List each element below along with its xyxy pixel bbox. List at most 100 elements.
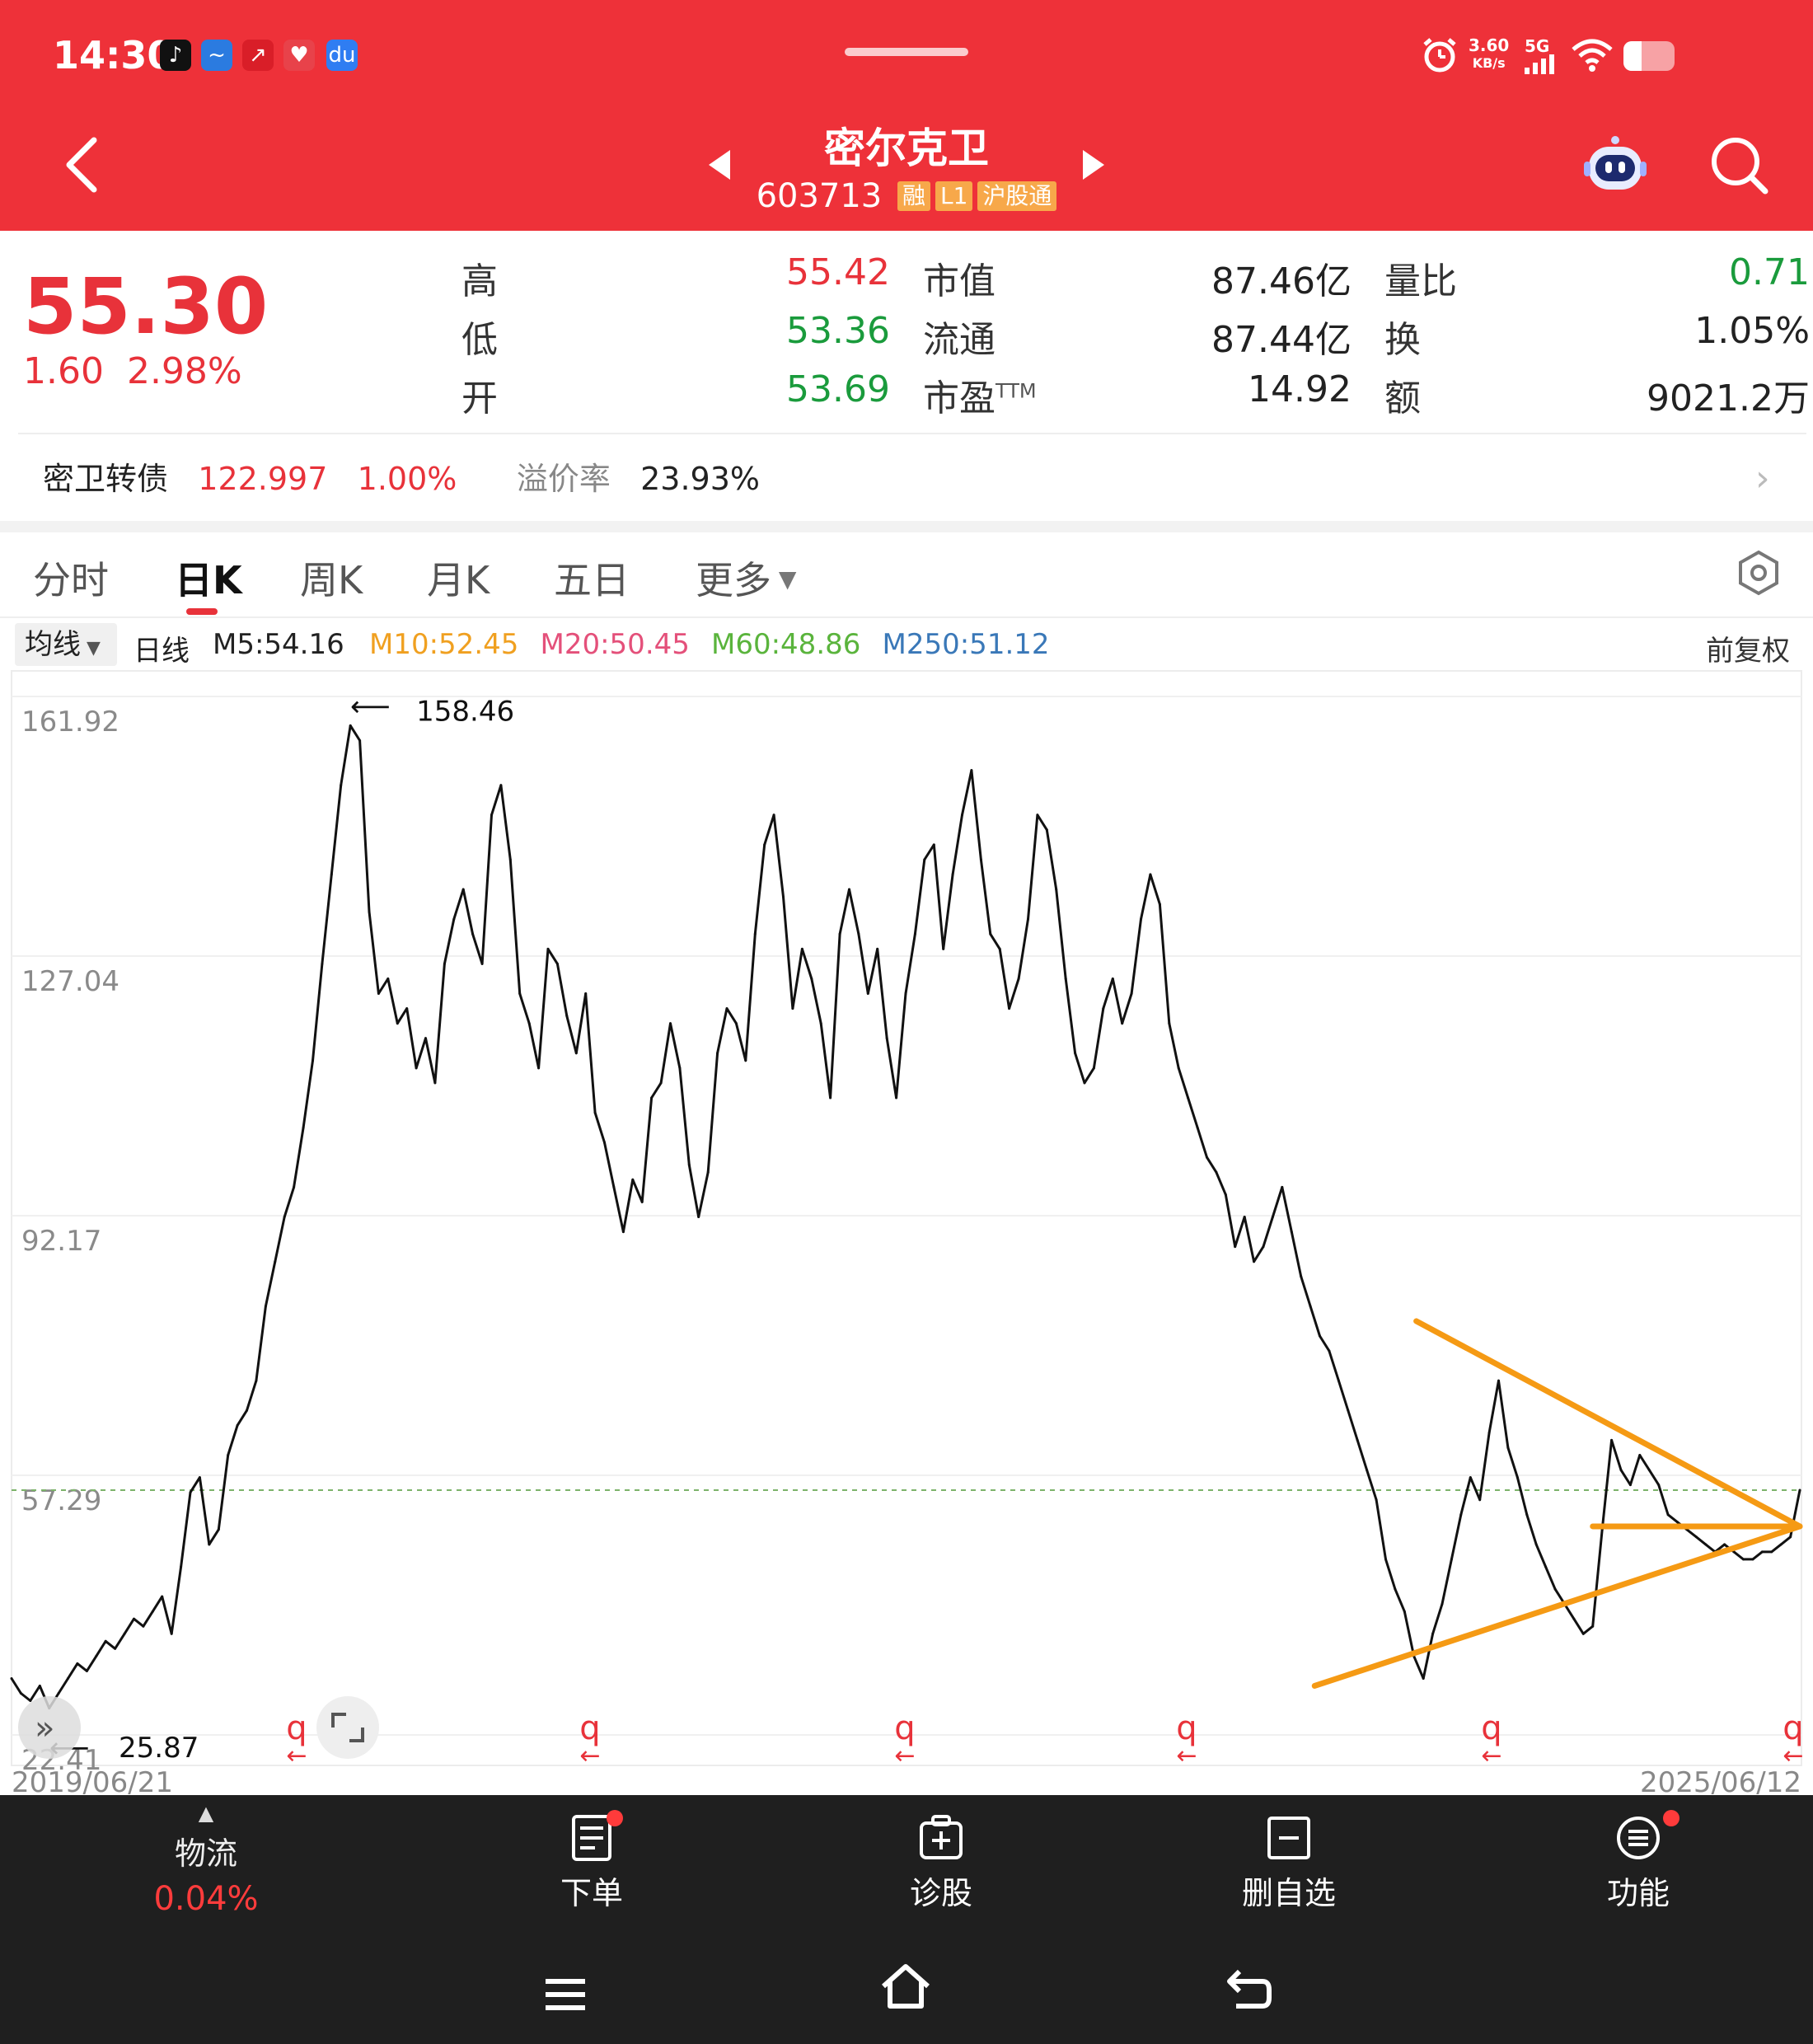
diagnose-button[interactable]: 诊股	[842, 1813, 1040, 1913]
logistics-sector[interactable]: ▲ 物流 0.04%	[107, 1803, 305, 1918]
price-point	[10, 1677, 13, 1680]
settings-icon[interactable]	[1736, 550, 1782, 596]
price-point	[518, 992, 522, 995]
fullscreen-button[interactable]	[316, 1696, 379, 1759]
adjust-mode[interactable]: 前复权	[1706, 628, 1790, 668]
tab-weekly-k[interactable]: 周K	[300, 551, 363, 605]
prev-stock-icon[interactable]	[709, 150, 730, 180]
price-point	[527, 1022, 531, 1025]
price-point	[1487, 1431, 1491, 1434]
back-icon[interactable]	[58, 132, 107, 198]
triangle-upper-line[interactable]	[1413, 1318, 1803, 1530]
quote-label: 开	[461, 368, 498, 421]
price-point	[631, 1178, 635, 1181]
price-point	[1092, 1067, 1095, 1070]
price-point	[1450, 1558, 1453, 1561]
top-handle[interactable]	[845, 48, 968, 56]
price-point	[1534, 1543, 1538, 1546]
price-point	[349, 724, 352, 727]
tab-more[interactable]: 更多 ▼	[696, 551, 796, 605]
next-stock-icon[interactable]	[1083, 150, 1104, 180]
alarm-icon	[1423, 38, 1456, 73]
status-time: 14:30	[53, 33, 174, 77]
price-point	[57, 1692, 60, 1695]
remove-icon	[1267, 1817, 1310, 1859]
price-point	[716, 1052, 719, 1055]
signal-icon	[1525, 54, 1554, 74]
divider	[18, 433, 1806, 434]
quote-label-text: 市值	[923, 260, 996, 302]
price-point	[659, 1081, 663, 1085]
price-point	[1422, 1677, 1425, 1680]
price-point	[358, 739, 362, 742]
triangle-lower-line[interactable]	[1311, 1523, 1803, 1689]
price-point	[471, 932, 475, 935]
price-point	[104, 1639, 107, 1643]
price-point	[1666, 1513, 1670, 1517]
tab-daily-k[interactable]: 日K	[175, 551, 242, 605]
price-point	[95, 1654, 98, 1657]
price-point	[734, 1022, 738, 1025]
sector-percent: 0.04%	[153, 1880, 259, 1918]
price-point	[753, 932, 757, 935]
nav-back-icon[interactable]	[1225, 1965, 1274, 2014]
tab-intraday[interactable]: 分时	[33, 551, 109, 605]
quote-label: 换	[1384, 310, 1421, 363]
tab-monthly-k[interactable]: 月K	[427, 551, 490, 605]
functions-icon	[1617, 1817, 1660, 1859]
price-point	[85, 1669, 88, 1672]
price-point	[687, 1163, 691, 1166]
x-end-label: 2025/06/12	[1640, 1766, 1801, 1795]
price-point	[1657, 1484, 1661, 1487]
price-point	[1544, 1565, 1548, 1568]
price-point	[217, 1528, 220, 1531]
stock-code: 603713	[756, 177, 883, 215]
price-point	[274, 1260, 277, 1263]
event-arrow-icon: ←	[1481, 1742, 1501, 1770]
price-point	[415, 1067, 418, 1070]
price-point	[1478, 1498, 1482, 1502]
price-point	[293, 1185, 296, 1188]
kline-chart[interactable]: 161.92127.0492.1757.2922.41 ⟵ 158.46 ⟵ 2…	[0, 668, 1813, 1795]
price-point	[989, 932, 992, 935]
price-point	[1441, 1602, 1444, 1606]
price-point	[180, 1565, 183, 1568]
remove-watchlist-button[interactable]: 删自选	[1190, 1813, 1388, 1913]
robot-assistant-icon[interactable]	[1582, 132, 1648, 198]
price-point	[377, 992, 380, 995]
price-point	[499, 784, 503, 787]
bond-name: 密卫转债	[43, 461, 169, 497]
price-point	[640, 1200, 644, 1203]
net-speed-unit: KB/s	[1472, 55, 1506, 71]
price-point	[38, 1685, 41, 1687]
price-point	[1403, 1610, 1406, 1613]
section-gap	[0, 521, 1813, 532]
chevron-right-icon[interactable]: ›	[1755, 457, 1770, 499]
order-button[interactable]: 下单	[493, 1810, 691, 1913]
price-point	[198, 1476, 201, 1479]
min-price-label: 25.87	[119, 1732, 199, 1765]
nav-home-icon[interactable]	[878, 1960, 933, 2014]
price-point	[1723, 1543, 1726, 1546]
price-point	[979, 858, 982, 861]
price-point	[1271, 1216, 1274, 1218]
price-point	[227, 1454, 230, 1456]
functions-button[interactable]: 功能	[1539, 1810, 1737, 1913]
ma-selector[interactable]: 均线 ▼	[15, 623, 117, 666]
price-point	[151, 1610, 154, 1613]
y-tick-label: 92.17	[21, 1225, 101, 1258]
nav-menu-icon[interactable]	[541, 1970, 590, 2019]
price-point	[1497, 1379, 1500, 1382]
convertible-bond-row[interactable]: 密卫转债 122.997 1.00% 溢价率 23.93%	[43, 453, 760, 499]
stock-code-row: 603713 融 L1 沪股通	[742, 177, 1071, 215]
price-point	[1459, 1513, 1463, 1517]
tab-five-day[interactable]: 五日	[554, 551, 630, 605]
wifi-icon	[1572, 39, 1613, 72]
margin-tag: 融	[897, 181, 930, 211]
premium-label: 溢价率	[516, 461, 611, 497]
quote-label: 流通	[923, 310, 996, 363]
period-label: 日线	[134, 635, 190, 668]
search-icon[interactable]	[1706, 132, 1772, 198]
caret-down-icon: ▼	[81, 638, 101, 659]
price-series	[10, 724, 1801, 1710]
